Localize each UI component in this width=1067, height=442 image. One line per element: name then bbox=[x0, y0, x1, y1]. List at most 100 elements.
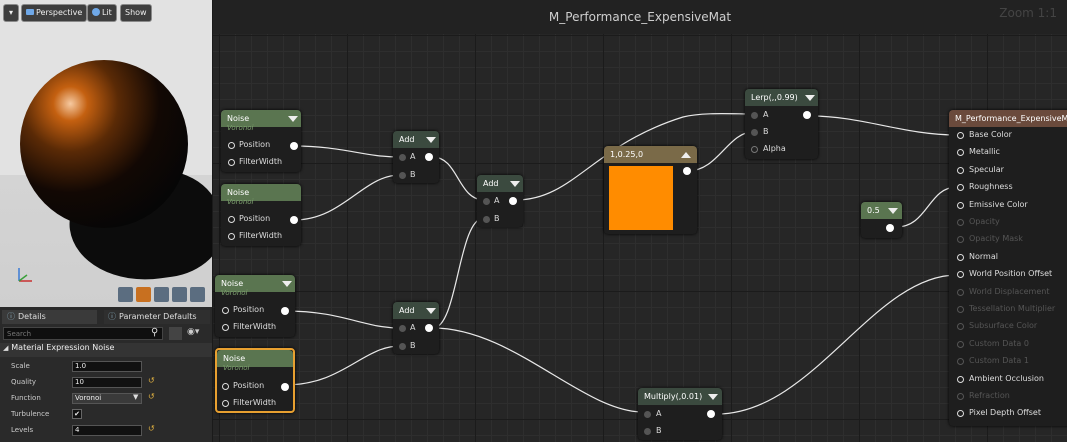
perspective-button[interactable]: Perspective bbox=[21, 4, 88, 22]
result-input-pin[interactable] bbox=[957, 253, 964, 261]
result-input-pin[interactable] bbox=[957, 393, 964, 400]
output-pin[interactable] bbox=[281, 307, 289, 315]
b-input-pin[interactable] bbox=[751, 129, 758, 136]
expand-arrow-icon[interactable] bbox=[681, 152, 691, 158]
tab-parameter-defaults[interactable]: ⓘ Parameter Defaults bbox=[104, 310, 210, 324]
preview-sphere bbox=[20, 60, 188, 228]
a-input-pin[interactable] bbox=[399, 154, 406, 161]
alpha-input-pin[interactable] bbox=[751, 146, 758, 153]
viewport-menu-button[interactable]: ▾ bbox=[3, 4, 19, 22]
position-input-pin[interactable] bbox=[222, 383, 229, 390]
collapse-arrow-icon[interactable] bbox=[288, 116, 298, 122]
eye-icon[interactable]: ◉▾ bbox=[187, 327, 199, 337]
filterwidth-input-pin[interactable] bbox=[222, 400, 229, 407]
lerp-node[interactable]: Lerp(,,0.99) A B Alpha bbox=[745, 89, 818, 159]
noise-node[interactable]: Noise Voronoi Position FilterWidth bbox=[215, 275, 295, 337]
output-pin[interactable] bbox=[803, 111, 811, 119]
collapse-arrow-icon[interactable] bbox=[708, 394, 718, 400]
result-input-pin[interactable] bbox=[957, 271, 964, 279]
tab-details[interactable]: ⓘ Details bbox=[2, 310, 97, 324]
result-input-pin[interactable] bbox=[957, 340, 964, 348]
output-pin[interactable] bbox=[290, 142, 298, 150]
output-pin[interactable] bbox=[707, 410, 715, 418]
a-input-pin[interactable] bbox=[751, 112, 758, 119]
turbulence-checkbox[interactable]: ✔ bbox=[72, 409, 82, 419]
b-input-pin[interactable] bbox=[399, 343, 406, 350]
cylinder-preview-icon[interactable] bbox=[118, 287, 133, 302]
b-input-pin[interactable] bbox=[483, 216, 490, 223]
add-node[interactable]: Add A B bbox=[393, 131, 439, 183]
details-search-input[interactable]: Search bbox=[3, 327, 163, 340]
result-input-pin[interactable] bbox=[957, 410, 964, 418]
function-dropdown[interactable]: Voronoi bbox=[72, 393, 142, 404]
result-input-pin[interactable] bbox=[957, 236, 964, 244]
filterwidth-input-pin[interactable] bbox=[222, 324, 229, 331]
result-pin-label: Metallic bbox=[969, 147, 1000, 157]
a-input-pin[interactable] bbox=[483, 198, 490, 205]
cube-preview-icon[interactable] bbox=[172, 287, 187, 302]
output-pin[interactable] bbox=[886, 224, 894, 232]
quality-field[interactable]: 10 bbox=[72, 377, 142, 388]
a-input-pin[interactable] bbox=[399, 325, 406, 332]
material-graph[interactable]: M_Performance_ExpensiveMat Zoom 1:1 Nois… bbox=[213, 0, 1067, 442]
result-input-pin[interactable] bbox=[957, 149, 964, 157]
reset-levels-icon[interactable]: ↺ bbox=[148, 424, 155, 433]
output-pin[interactable] bbox=[425, 324, 433, 332]
filterwidth-input-pin[interactable] bbox=[228, 233, 235, 240]
collapse-arrow-icon[interactable] bbox=[888, 208, 898, 214]
output-pin[interactable] bbox=[509, 197, 517, 205]
position-input-pin[interactable] bbox=[228, 216, 235, 223]
collapse-arrow-icon[interactable] bbox=[282, 281, 292, 287]
output-pin[interactable] bbox=[425, 153, 433, 161]
result-input-pin[interactable] bbox=[957, 184, 964, 192]
collapse-arrow-icon[interactable] bbox=[510, 181, 520, 187]
grid-view-icon[interactable] bbox=[169, 327, 182, 340]
constant3vector-node[interactable]: 1,0.25,0 bbox=[604, 146, 697, 234]
output-pin[interactable] bbox=[683, 167, 691, 175]
section-header[interactable]: ◢ Material Expression Noise bbox=[0, 343, 212, 357]
show-button[interactable]: Show bbox=[120, 4, 152, 22]
collapse-arrow-icon[interactable] bbox=[426, 308, 436, 314]
collapse-arrow-icon[interactable] bbox=[426, 137, 436, 143]
scalar-constant-node[interactable]: 0.5 bbox=[861, 202, 902, 238]
output-pin[interactable] bbox=[281, 383, 289, 391]
a-input-pin[interactable] bbox=[644, 411, 651, 418]
scale-field[interactable]: 1.0 bbox=[72, 361, 142, 372]
preview-viewport[interactable]: ▾ Perspective Lit Show bbox=[0, 0, 212, 307]
result-input-pin[interactable] bbox=[957, 219, 964, 226]
sphere-preview-icon[interactable] bbox=[136, 287, 151, 302]
output-pin[interactable] bbox=[290, 216, 298, 224]
filterwidth-input-pin[interactable] bbox=[228, 159, 235, 166]
collapse-arrow-icon[interactable] bbox=[805, 95, 815, 101]
add-node[interactable]: Add A B bbox=[393, 302, 439, 354]
pin-label: FilterWidth bbox=[239, 231, 283, 240]
result-input-pin[interactable] bbox=[957, 323, 964, 331]
prop-row-function: Function Voronoi ▼ ↺ bbox=[0, 390, 212, 406]
reset-function-icon[interactable]: ↺ bbox=[148, 392, 155, 401]
b-input-pin[interactable] bbox=[644, 428, 651, 435]
result-input-pin[interactable] bbox=[957, 358, 964, 366]
levels-field[interactable]: 4 bbox=[72, 425, 142, 436]
result-input-pin[interactable] bbox=[957, 306, 964, 313]
noise-node[interactable]: Noise Voronoi Position FilterWidth bbox=[221, 184, 301, 246]
result-input-pin[interactable] bbox=[957, 375, 964, 383]
add-node[interactable]: Add A B bbox=[477, 175, 523, 227]
position-input-pin[interactable] bbox=[228, 142, 235, 149]
multiply-node[interactable]: Multiply(,0.01) A B bbox=[638, 388, 722, 440]
b-input-pin[interactable] bbox=[399, 172, 406, 179]
result-input-pin[interactable] bbox=[957, 166, 964, 174]
position-input-pin[interactable] bbox=[222, 307, 229, 314]
reset-quality-icon[interactable]: ↺ bbox=[148, 376, 155, 385]
result-pin-label: World Displacement bbox=[969, 286, 1050, 296]
material-result-node[interactable]: M_Performance_ExpensiveMat Base Color Met… bbox=[949, 110, 1067, 426]
noise-node[interactable]: Noise Voronoi Position FilterWidth bbox=[221, 110, 301, 172]
result-input-pin[interactable] bbox=[957, 201, 964, 209]
lit-button[interactable]: Lit bbox=[87, 4, 117, 22]
plane-preview-icon[interactable] bbox=[154, 287, 169, 302]
result-input-pin[interactable] bbox=[957, 132, 964, 139]
details-tab-icon: ⓘ bbox=[7, 312, 15, 321]
noise-node-selected[interactable]: Noise Voronoi Position FilterWidth bbox=[215, 348, 295, 413]
pin-label: FilterWidth bbox=[239, 157, 283, 166]
teapot-preview-icon[interactable] bbox=[190, 287, 205, 302]
result-input-pin[interactable] bbox=[957, 288, 964, 296]
